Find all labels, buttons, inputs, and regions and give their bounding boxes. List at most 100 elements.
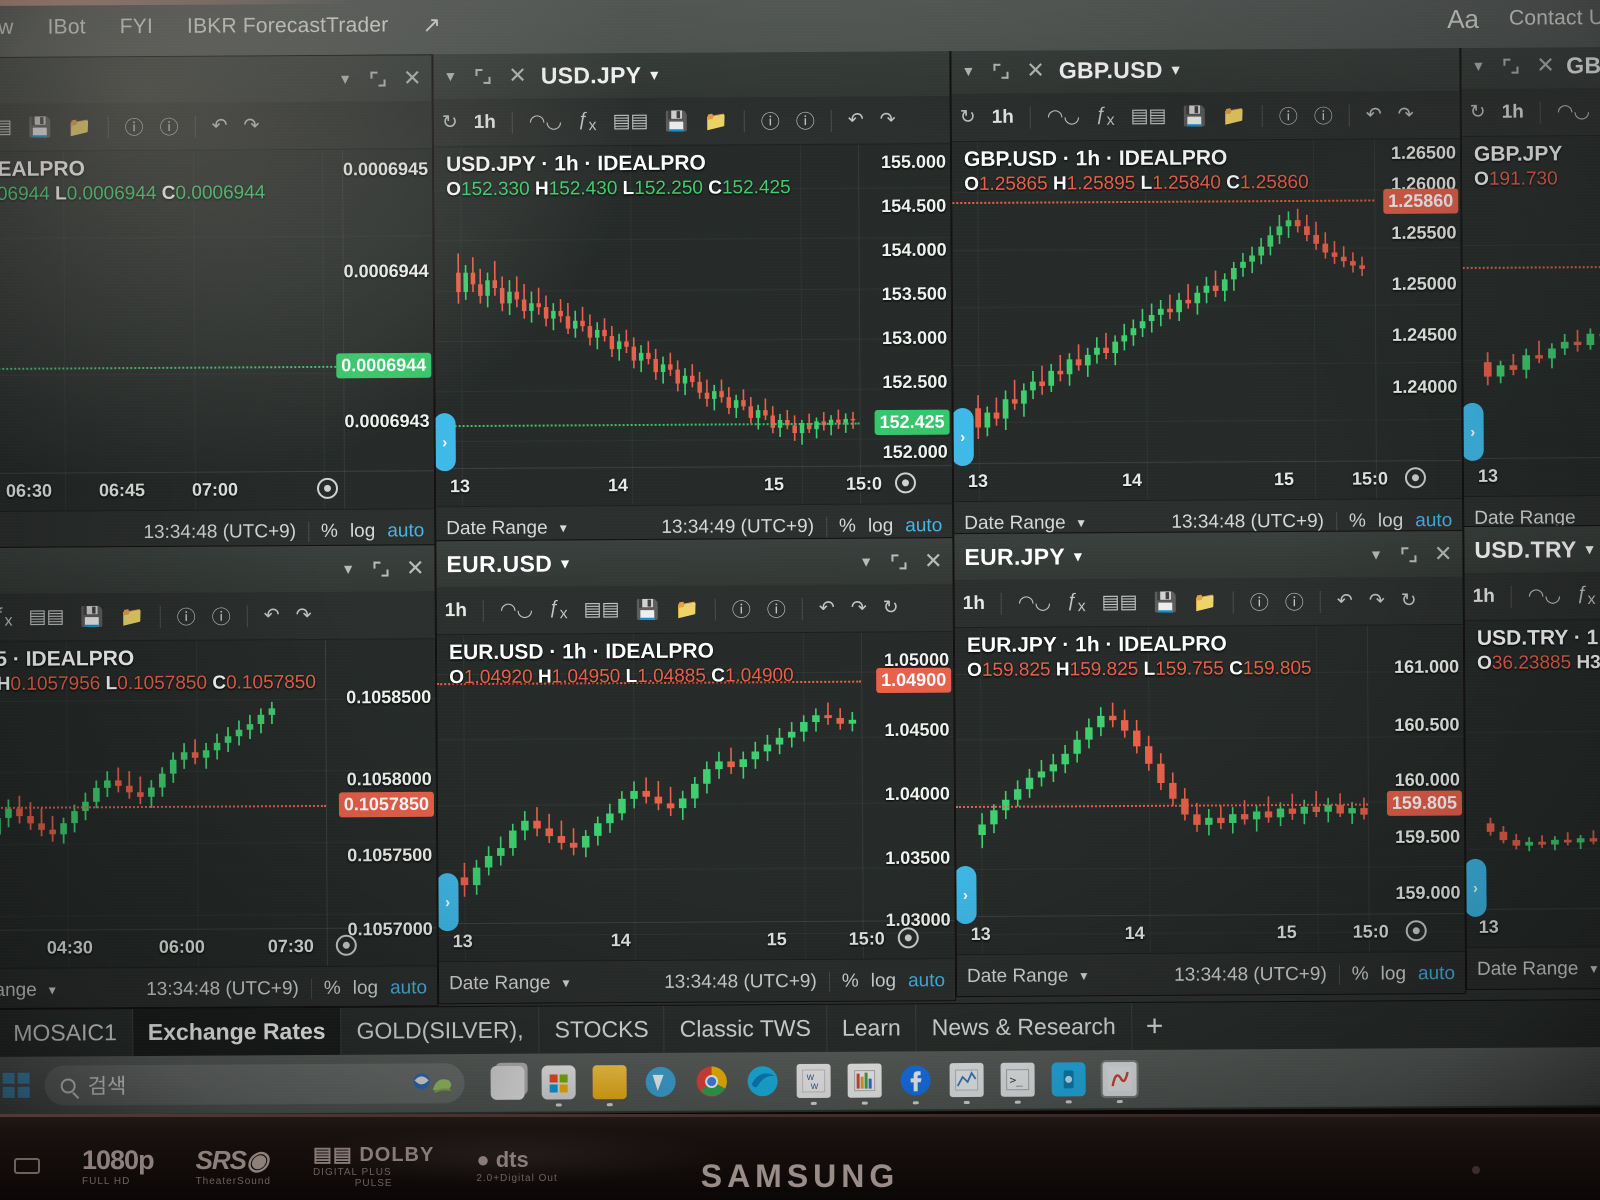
refresh-icon[interactable]: ↻ <box>883 596 899 619</box>
undo-icon[interactable]: ↶ <box>819 597 835 620</box>
candle-type-icon[interactable]: ◠◡ <box>529 110 562 133</box>
help-icon[interactable]: ⓘ <box>732 595 751 622</box>
percent-toggle[interactable]: % <box>842 970 859 992</box>
undo-icon[interactable]: ↶ <box>212 114 228 137</box>
window-title-bar[interactable]: USD.TRY ▼ <box>1464 525 1600 573</box>
save-icon[interactable]: 💾 <box>664 109 688 133</box>
chart-toolbar[interactable]: 1h ◠◡ ƒx ▤▤ 💾 📁 ⓘ ⓘ ↶ ↷ ↻ <box>954 576 1463 629</box>
left-scroll-handle[interactable]: › <box>954 865 977 925</box>
chrome-icon[interactable] <box>695 1064 729 1098</box>
info-icon[interactable]: ⓘ <box>212 602 231 629</box>
window-title-bar[interactable]: ▼ ✕ GBP.JP <box>1461 41 1600 89</box>
date-range-button[interactable]: Date Range <box>446 517 548 540</box>
refresh-icon[interactable]: ↻ <box>1401 589 1417 612</box>
percent-toggle[interactable]: % <box>1352 963 1369 985</box>
chart-plot-area[interactable]: PY · 5 · IDEALPRO 7956 H0.1057956 L0.105… <box>0 639 437 969</box>
percent-toggle[interactable]: % <box>321 520 338 542</box>
percent-toggle[interactable]: % <box>839 515 856 537</box>
log-toggle[interactable]: log <box>1378 510 1403 532</box>
chart-toolbar[interactable]: ↻ 1h ◠◡ <box>1461 87 1600 137</box>
chart-footer[interactable]: ate Range ▾ 13:34:48 (UTC+9) % log auto <box>0 965 438 1010</box>
refresh-icon[interactable]: ↻ <box>442 111 458 134</box>
time-axis[interactable]: 13 14 15 15:0 <box>956 912 1465 955</box>
crosshair-target-icon[interactable] <box>894 472 917 494</box>
chart-plot-area[interactable]: EUR.USD · 1h · IDEALPRO O1.04920 H1.0495… <box>436 632 955 962</box>
interval-button[interactable]: 1h <box>474 111 496 133</box>
nav-item-forecast-trader[interactable]: IBKR ForecastTrader <box>187 14 389 39</box>
window-title-bar[interactable]: PY ▼ ▼ ✕ <box>0 545 435 595</box>
log-toggle[interactable]: log <box>871 970 896 992</box>
excel-icon[interactable] <box>847 1063 882 1098</box>
help-icon[interactable]: ⓘ <box>1279 102 1298 129</box>
percent-toggle[interactable]: % <box>324 977 341 999</box>
maximize-icon[interactable] <box>1503 58 1518 73</box>
redo-icon[interactable]: ↷ <box>851 597 867 620</box>
window-title-bar[interactable]: ▼ ✕ GBP.USD ▼ <box>951 44 1460 95</box>
candle-type-icon[interactable]: ◠◡ <box>1047 105 1080 128</box>
chart-toolbar[interactable]: ƒx ▤▤ 💾 📁 ⓘ ⓘ ↶ ↷ <box>0 101 432 153</box>
chevron-down-icon[interactable]: ▾ <box>1078 514 1085 531</box>
close-icon[interactable]: ✕ <box>1026 58 1045 83</box>
date-range-button[interactable]: Date Range <box>967 965 1069 988</box>
chevron-down-icon[interactable]: ▼ <box>443 68 457 84</box>
taskbar-icon-row[interactable]: W W >_ <box>490 1059 1139 1100</box>
terminal-icon[interactable]: >_ <box>1000 1062 1035 1097</box>
windows-taskbar[interactable]: 검색 W W >_ <box>0 1047 1600 1115</box>
percent-toggle[interactable]: % <box>1349 510 1366 532</box>
crosshair-target-icon[interactable] <box>316 477 339 499</box>
crosshair-target-icon[interactable] <box>1405 920 1427 942</box>
redo-icon[interactable]: ↷ <box>1369 589 1385 612</box>
chart-footer[interactable]: Date Range ▾ 13:34:48 (UTC+9) % log auto <box>438 958 956 1005</box>
close-icon[interactable]: ✕ <box>406 555 425 580</box>
time-axis[interactable]: 5 06:30 06:45 07:00 <box>0 470 435 512</box>
indicators-icon[interactable]: ▤▤ <box>1130 105 1166 128</box>
left-scroll-handle[interactable]: › <box>436 873 459 932</box>
file-explorer-icon[interactable] <box>592 1065 627 1100</box>
interval-button[interactable]: 1h <box>963 592 985 614</box>
chevron-down-icon[interactable]: ▼ <box>859 554 873 570</box>
auto-toggle[interactable]: auto <box>905 515 942 537</box>
window-title-bar[interactable]: EUR.JPY ▼ ▼ ✕ <box>954 530 1463 581</box>
help-icon[interactable]: ⓘ <box>177 603 196 630</box>
chart-window-usdjpy[interactable]: ▼ ✕ USD.JPY ▼ ↻ 1h ◠◡ ƒx ▤▤ � <box>432 49 954 550</box>
auto-toggle[interactable]: auto <box>1415 510 1452 532</box>
chevron-down-icon[interactable]: ▼ <box>558 555 572 571</box>
maximize-icon[interactable] <box>373 561 388 576</box>
close-icon[interactable]: ✕ <box>1434 541 1453 566</box>
function-icon[interactable]: ƒx <box>549 597 568 623</box>
help-icon[interactable]: ⓘ <box>1250 588 1269 615</box>
tab-mosaic1[interactable]: MOSAIC1 <box>0 1009 134 1057</box>
nav-item-fyi[interactable]: FYI <box>120 15 153 39</box>
folder-icon[interactable]: 📁 <box>1193 590 1217 614</box>
chart-toolbar[interactable]: 1h ◠◡ ƒx ▤▤ 💾 📁 ⓘ ⓘ ↶ ↷ ↻ <box>436 584 953 636</box>
tab-exchange-rates[interactable]: Exchange Rates <box>132 1007 342 1057</box>
save-icon[interactable]: 💾 <box>1153 590 1177 614</box>
log-toggle[interactable]: log <box>350 520 375 542</box>
info-icon[interactable]: ⓘ <box>159 113 179 140</box>
left-scroll-handle[interactable]: › <box>1464 858 1487 917</box>
chevron-down-icon[interactable]: ▼ <box>338 71 352 87</box>
auto-toggle[interactable]: auto <box>390 977 427 999</box>
indicators-icon[interactable]: ▤▤ <box>584 598 620 621</box>
candle-type-icon[interactable]: ◠◡ <box>1557 100 1590 123</box>
indicators-icon[interactable]: ▤▤ <box>612 110 648 133</box>
facebook-icon[interactable] <box>899 1063 933 1097</box>
nav-item-w[interactable]: w <box>0 16 14 40</box>
chart-plot-area[interactable]: USD.TRY · 1 O36.23885 H3 › 13 <box>1464 619 1600 947</box>
function-icon[interactable]: ƒx <box>1577 583 1596 609</box>
maximize-icon[interactable] <box>993 63 1008 78</box>
chart-toolbar[interactable]: ↻ 1h ◠◡ ƒx ▤▤ 💾 📁 ⓘ ⓘ ↶ ↷ <box>951 90 1460 143</box>
chevron-down-icon[interactable]: ▾ <box>562 974 569 991</box>
chart-window-gbpusd[interactable]: ▼ ✕ GBP.USD ▼ ↻ 1h ◠◡ ƒx ▤▤ � <box>950 43 1464 545</box>
app-icon[interactable] <box>644 1065 678 1099</box>
refresh-icon[interactable]: ↻ <box>960 106 976 129</box>
redo-icon[interactable]: ↷ <box>243 114 259 137</box>
tab-learn[interactable]: Learn <box>826 1004 917 1052</box>
chart-plot-area[interactable]: EUR.JPY · 1h · IDEALPRO O159.825 H159.82… <box>954 624 1465 955</box>
save-icon[interactable]: 💾 <box>635 597 659 621</box>
chart-toolbar[interactable]: ◠◡ ƒx ▤▤ 💾 📁 ⓘ ⓘ ↶ ↷ <box>0 591 435 643</box>
help-icon[interactable]: ⓘ <box>761 107 780 134</box>
crosshair-target-icon[interactable] <box>1404 467 1427 489</box>
chevron-down-icon[interactable]: ▼ <box>1071 548 1085 564</box>
weather-icon[interactable] <box>411 1068 455 1098</box>
